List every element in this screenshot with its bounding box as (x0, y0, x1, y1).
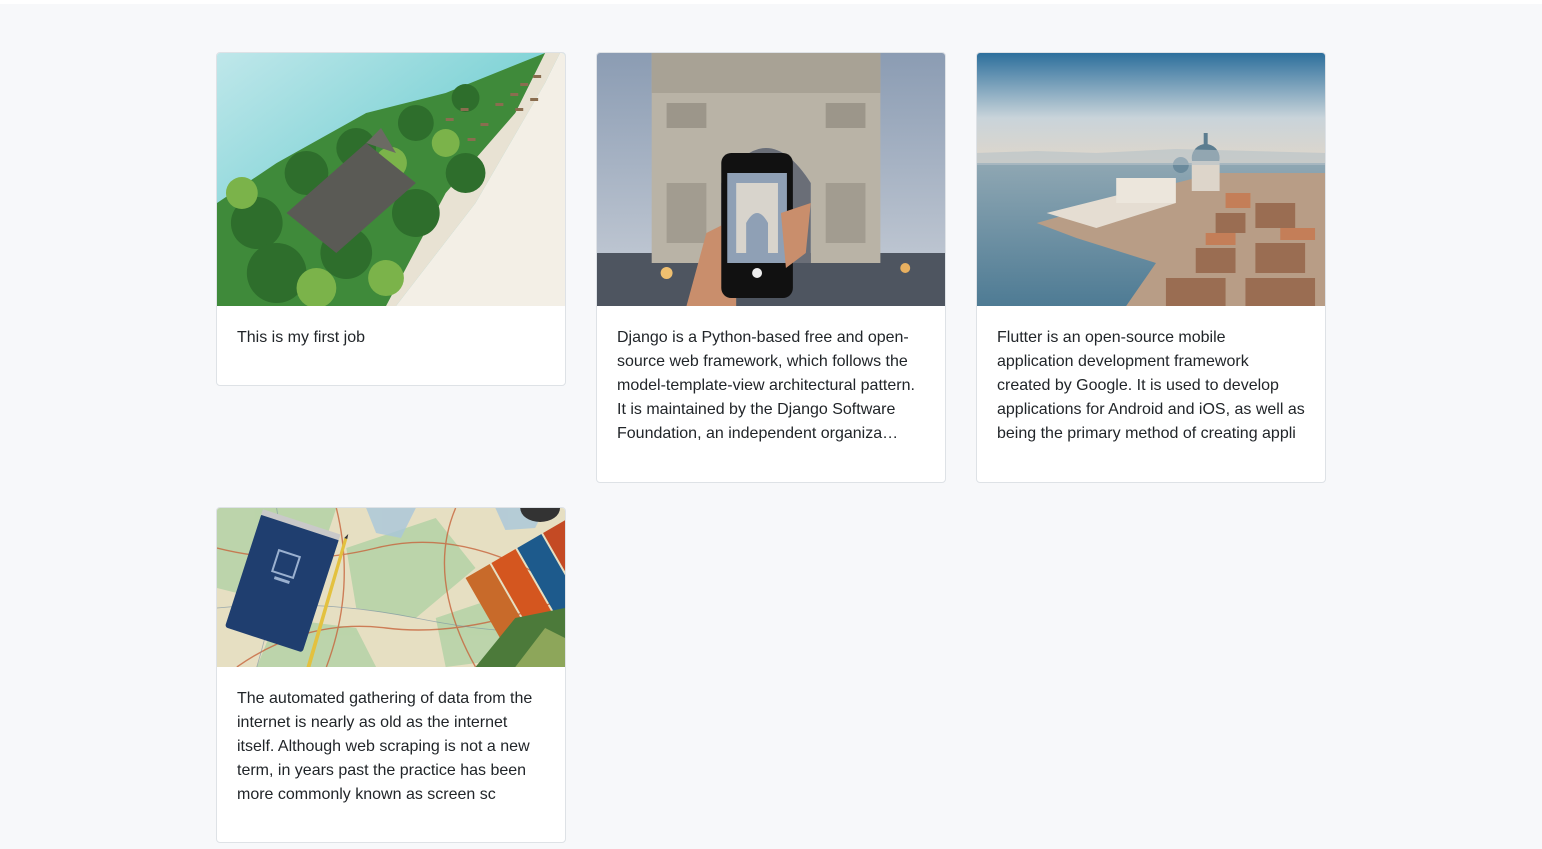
job-card[interactable]: This is my first job (216, 52, 566, 386)
card-body: The automated gathering of data from the… (217, 667, 565, 807)
card-image (597, 53, 945, 306)
card-description: This is my first job (237, 329, 366, 346)
card-description: Flutter is an open-source mobile applica… (997, 329, 1305, 442)
card-image (977, 53, 1325, 306)
top-bar (0, 0, 1542, 4)
job-card[interactable]: Django is a Python-based free and open-s… (596, 52, 946, 483)
job-card[interactable]: The automated gathering of data from the… (216, 507, 566, 843)
card-description: The automated gathering of data from the… (237, 690, 533, 803)
job-card[interactable]: Flutter is an open-source mobile applica… (976, 52, 1326, 483)
card-body: This is my first job (217, 306, 565, 350)
card-body: Flutter is an open-source mobile applica… (977, 306, 1325, 446)
card-body: Django is a Python-based free and open-s… (597, 306, 945, 446)
card-image (217, 53, 565, 306)
card-description: Django is a Python-based free and open-s… (617, 329, 915, 442)
card-image (217, 508, 565, 667)
